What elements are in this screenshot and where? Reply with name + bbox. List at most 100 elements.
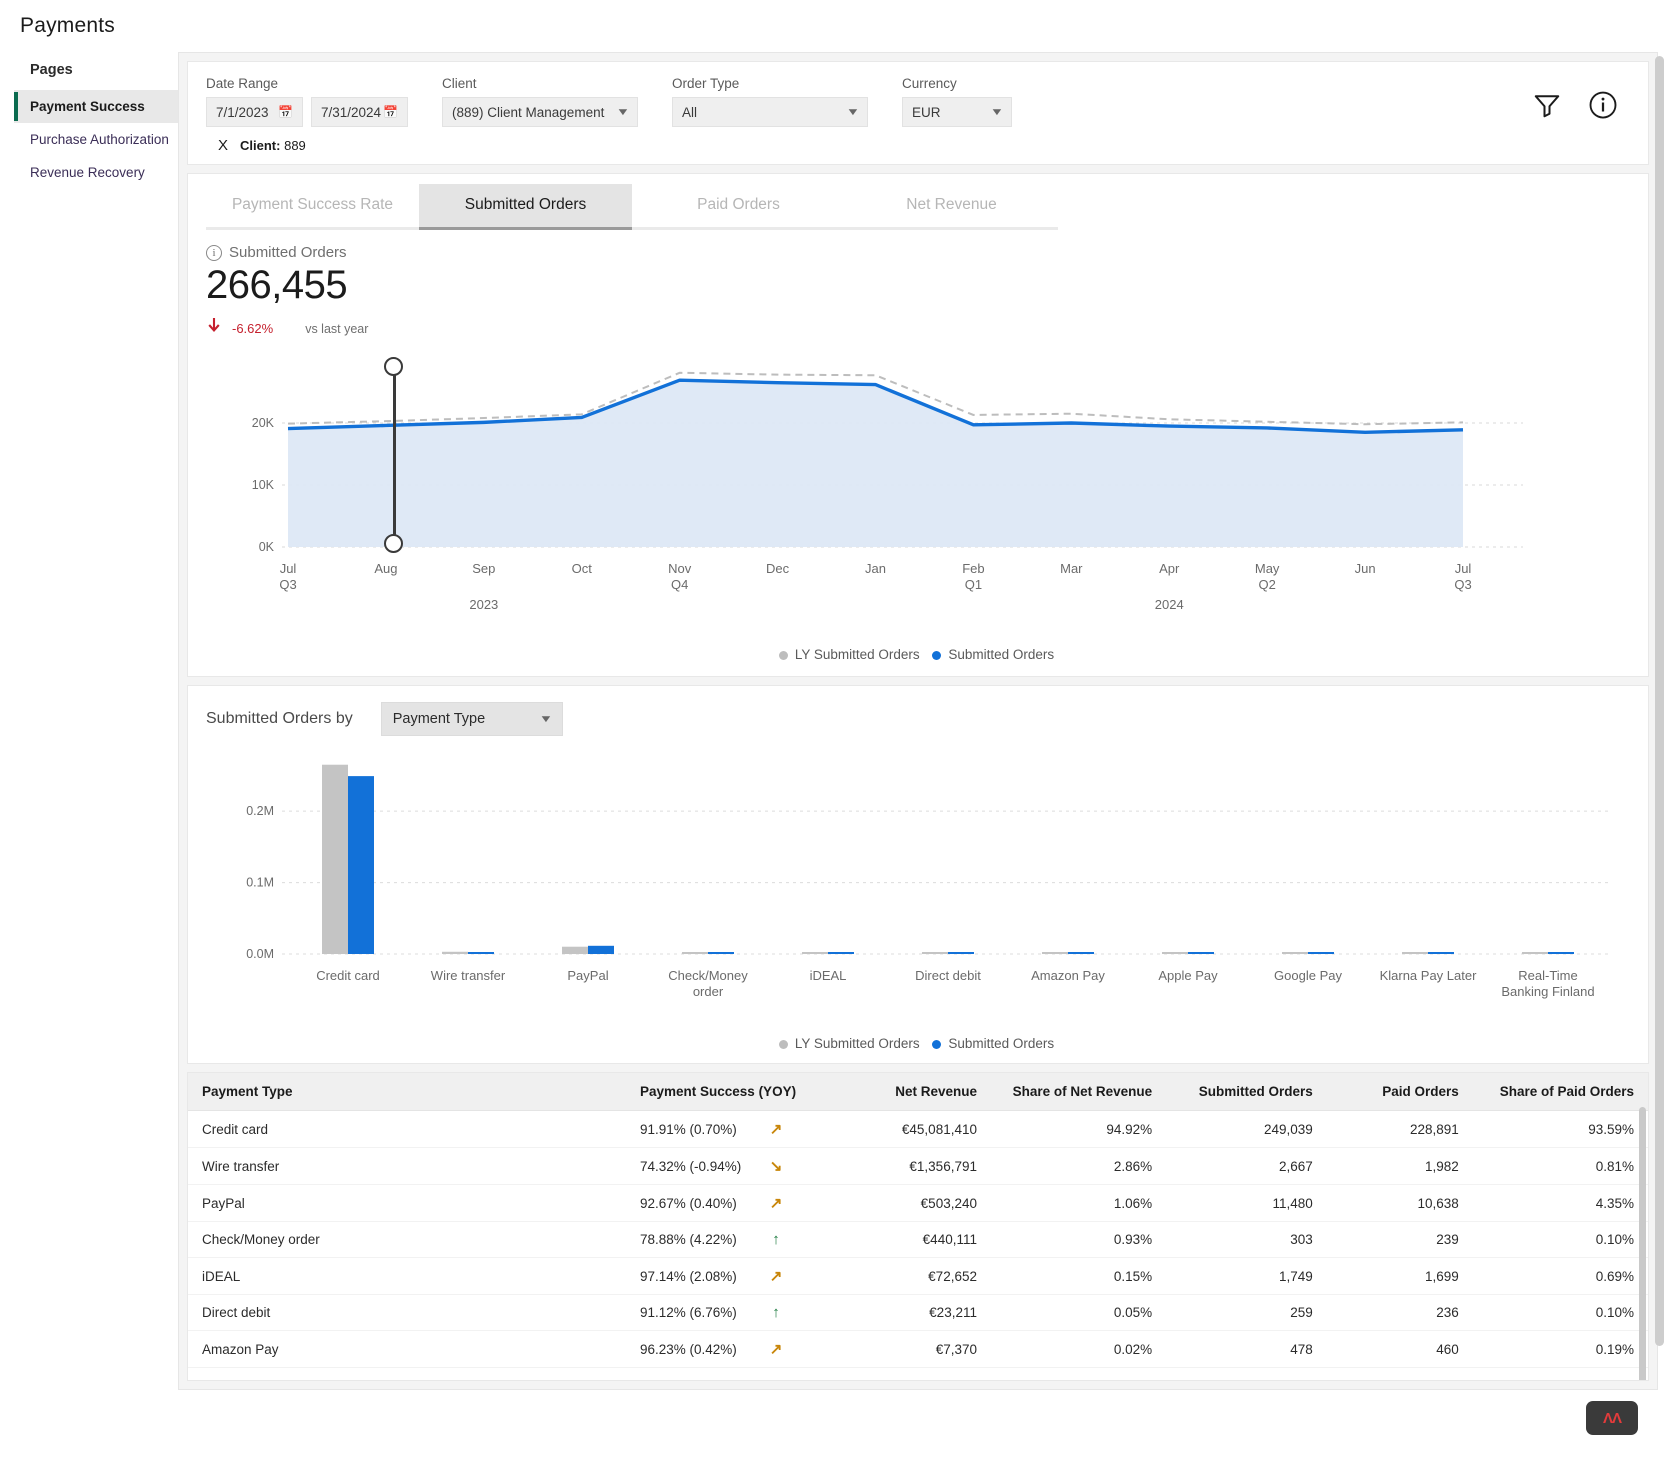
- svg-text:Banking Finland: Banking Finland: [1501, 984, 1594, 999]
- sidebar-item-purchase-authorization[interactable]: Purchase Authorization: [14, 123, 178, 156]
- svg-text:Oct: Oct: [572, 561, 593, 576]
- svg-text:0.2M: 0.2M: [246, 804, 274, 818]
- remove-filter-icon[interactable]: X: [218, 137, 228, 154]
- table-body: Credit card 91.91% (0.70%) ↗ €45,081,410 94.…: [188, 1111, 1648, 1381]
- cell-net-revenue: €72,652: [928, 1268, 977, 1284]
- cell-share-net-revenue: 0.05%: [1113, 1305, 1153, 1320]
- cell-payment-success: 78.88% (4.22%) ↑: [626, 1222, 830, 1258]
- svg-text:Amazon Pay: Amazon Pay: [1031, 968, 1105, 983]
- sidebar-item-revenue-recovery[interactable]: Revenue Recovery: [14, 156, 178, 189]
- trend-up-diagonal-icon: ↗: [769, 1195, 783, 1212]
- page-layout: Pages Payment Success Purchase Authoriza…: [0, 38, 1668, 1390]
- column-payment-type[interactable]: Payment Type: [188, 1073, 626, 1111]
- tab-net-revenue[interactable]: Net Revenue: [845, 184, 1058, 230]
- sidebar: Pages Payment Success Purchase Authoriza…: [0, 52, 178, 1390]
- tab-paid-orders[interactable]: Paid Orders: [632, 184, 845, 230]
- table-row[interactable]: iDEAL 97.14% (2.08%) ↗ €72,652 0.15% 1,749 1,6…: [188, 1258, 1648, 1295]
- kpi-delta-row: -6.62% vs last year: [206, 316, 1648, 341]
- cell-share-net-revenue: 0.93%: [1113, 1232, 1153, 1247]
- svg-text:Jun: Jun: [1355, 561, 1376, 576]
- cell-share-paid-orders: 0.69%: [1595, 1268, 1634, 1284]
- svg-text:Nov: Nov: [668, 561, 692, 576]
- slider-track: [393, 365, 396, 545]
- column-submitted-orders[interactable]: Submitted Orders: [1166, 1073, 1327, 1111]
- legend-item-last-year: LY Submitted Orders: [778, 1036, 923, 1051]
- calendar-icon: 📅: [383, 105, 398, 119]
- line-chart-legend: LY Submitted Orders Submitted Orders: [188, 647, 1648, 676]
- line-chart: 0K 10K 20K Jul Q3 Aug Sep Oct Nov Q4 Dec Jan Feb Q1 Ma…: [188, 347, 1648, 647]
- client-filter: Client (889) Client Management ▼: [442, 76, 638, 127]
- info-icon[interactable]: i: [206, 244, 222, 261]
- cell-paid-orders: 460: [1436, 1341, 1459, 1357]
- order-type-select[interactable]: All ▼: [672, 97, 868, 127]
- column-share-paid-orders[interactable]: Share of Paid Orders: [1472, 1073, 1648, 1111]
- client-select[interactable]: (889) Client Management ▼: [442, 97, 638, 127]
- cell-share-paid-orders: 93.59%: [1588, 1121, 1634, 1137]
- bar-chart-panel: Submitted Orders by Payment Type ▼ 0.0M 0…: [187, 685, 1649, 1064]
- table-row[interactable]: Apple Pay93.00% (0.18%)↗€5,6790.01%20018…: [188, 1368, 1648, 1381]
- cell-submitted-orders: 200: [1166, 1368, 1327, 1381]
- cell-submitted-orders: 2,667: [1278, 1158, 1313, 1174]
- table-row[interactable]: PayPal 92.67% (0.40%) ↗ €503,240 1.06% 11,480…: [188, 1185, 1648, 1222]
- cell-paid-orders: 228,891: [1409, 1121, 1459, 1137]
- cell-share-paid-orders: 0.10%: [1595, 1305, 1634, 1320]
- bar-chart-header: Submitted Orders by Payment Type ▼: [188, 686, 1648, 736]
- column-net-revenue[interactable]: Net Revenue: [830, 1073, 991, 1111]
- svg-text:Apr: Apr: [1159, 561, 1180, 576]
- table-row[interactable]: Wire transfer 74.32% (-0.94%) ↘ €1,356,791 2…: [188, 1148, 1648, 1185]
- date-start-input[interactable]: 7/1/2023 📅: [206, 97, 303, 127]
- kpi-label: Submitted Orders: [229, 244, 347, 261]
- kpi-block: i Submitted Orders 266,455 -6.62% vs las…: [188, 230, 1648, 341]
- dimension-select[interactable]: Payment Type ▼: [380, 702, 563, 736]
- cell-paid-orders: 236: [1436, 1305, 1459, 1320]
- column-paid-orders[interactable]: Paid Orders: [1326, 1073, 1473, 1111]
- sidebar-item-payment-success[interactable]: Payment Success: [14, 90, 178, 123]
- currency-filter: Currency EUR ▼: [902, 76, 1012, 127]
- chart-range-slider[interactable]: [384, 357, 404, 553]
- tab-submitted-orders[interactable]: Submitted Orders: [419, 184, 632, 230]
- slider-knob-bottom[interactable]: [384, 534, 403, 553]
- dimension-value: Payment Type: [392, 711, 486, 727]
- tab-payment-success-rate[interactable]: Payment Success Rate: [206, 184, 419, 230]
- table-row[interactable]: Amazon Pay 96.23% (0.42%) ↗ €7,370 0.02% 478 4…: [188, 1331, 1648, 1368]
- kpi-value: 266,455: [206, 263, 348, 307]
- svg-text:2024: 2024: [1155, 597, 1184, 612]
- legend-label-current: Submitted Orders: [948, 1036, 1055, 1051]
- active-filter-chip: X Client: 889: [206, 137, 1532, 154]
- column-payment-success[interactable]: Payment Success (YOY): [626, 1073, 831, 1111]
- currency-label: Currency: [902, 76, 957, 91]
- cell-payment-type: Apple Pay: [188, 1368, 626, 1381]
- legend-label-current: Submitted Orders: [948, 647, 1055, 662]
- main-content: Date Range 7/1/2023 📅 7/31/2024 📅 Client…: [178, 52, 1658, 1390]
- table-row[interactable]: Credit card 91.91% (0.70%) ↗ €45,081,410 94.…: [188, 1111, 1648, 1148]
- filter-chip-value: 889: [284, 138, 306, 153]
- cell-share-net-revenue: 94.92%: [1106, 1121, 1153, 1137]
- currency-select[interactable]: EUR ▼: [902, 97, 1012, 127]
- chevron-down-icon: ▼: [845, 106, 861, 118]
- filter-icon[interactable]: [1532, 90, 1562, 125]
- legend-item-current: Submitted Orders: [932, 1036, 1057, 1051]
- data-table: Payment Type Payment Success (YOY) Net R…: [188, 1073, 1648, 1381]
- cell-payment-success: 92.67% (0.40%) ↗: [626, 1185, 830, 1222]
- date-end-input[interactable]: 7/31/2024 📅: [311, 97, 408, 127]
- table-row[interactable]: Direct debit 91.12% (6.76%) ↑ €23,211 0.05% 2…: [188, 1295, 1648, 1331]
- table-row[interactable]: Check/Money order 78.88% (4.22%) ↑ €440,111…: [188, 1222, 1648, 1258]
- cell-submitted-orders: 259: [1290, 1305, 1313, 1320]
- info-icon[interactable]: [1588, 90, 1618, 125]
- table-scrollbar[interactable]: [1639, 1107, 1646, 1380]
- cell-payment-type: Amazon Pay: [202, 1341, 279, 1357]
- date-range-label: Date Range: [206, 76, 279, 91]
- svg-text:Jan: Jan: [865, 561, 886, 576]
- page-scrollbar[interactable]: [1655, 56, 1664, 1346]
- column-share-net-revenue[interactable]: Share of Net Revenue: [990, 1073, 1167, 1111]
- date-range-filter: Date Range 7/1/2023 📅 7/31/2024 📅: [206, 76, 408, 127]
- slider-knob-top[interactable]: [384, 357, 403, 376]
- tab-bar: Payment Success Rate Submitted Orders Pa…: [188, 174, 1648, 230]
- cell-share-net-revenue: 0.01%: [991, 1368, 1166, 1381]
- svg-text:Direct debit: Direct debit: [915, 968, 981, 983]
- cell-payment-success: 93.00% (0.18%)↗: [626, 1368, 830, 1380]
- svg-text:0.0M: 0.0M: [246, 947, 274, 961]
- cell-paid-orders: 10,638: [1417, 1195, 1459, 1211]
- cell-net-revenue: €5,679: [830, 1368, 991, 1381]
- chevron-down-icon: ▼: [615, 106, 631, 118]
